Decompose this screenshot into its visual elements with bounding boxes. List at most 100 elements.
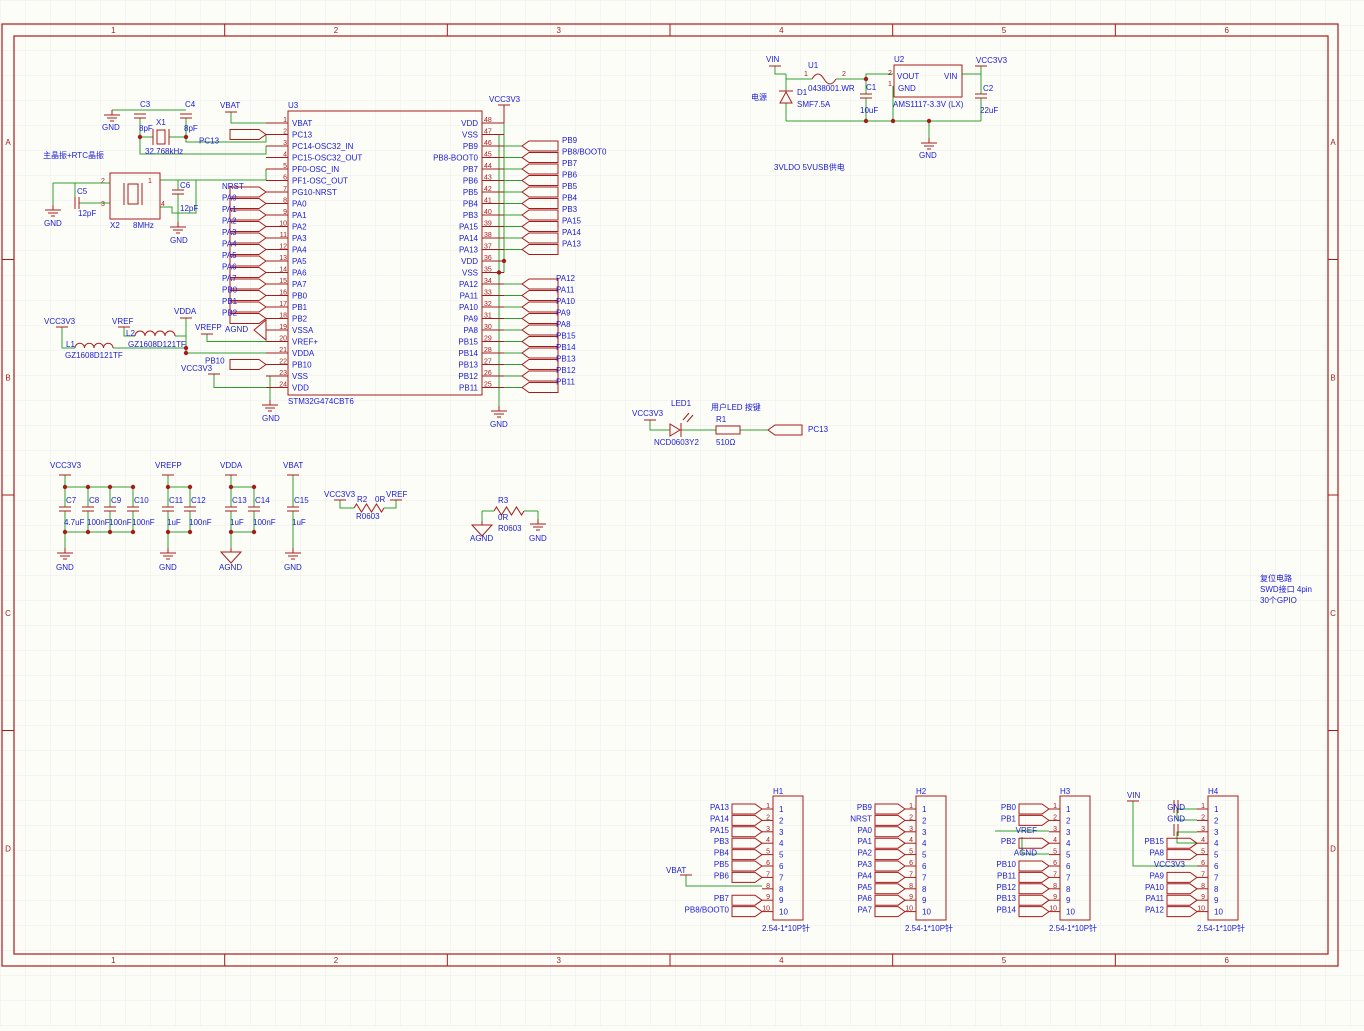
header-net-label: PA6 (857, 894, 872, 903)
mcu-pin-number: 2 (283, 129, 287, 136)
mcu-pin-name: PB9 (463, 142, 479, 151)
mcu-pin-name: PC13 (292, 131, 313, 140)
mcu-pin-name: PB11 (459, 384, 479, 393)
header-pin-index: 10 (762, 906, 770, 913)
cap-ref: C10 (134, 496, 149, 505)
gpio-port-label: PA8 (556, 320, 571, 329)
mcu-pin-name: VREF+ (292, 338, 318, 347)
junction-dot (863, 118, 869, 124)
frame-col-label: 2 (334, 956, 339, 965)
mcu-pin-name: PB7 (463, 165, 479, 174)
header-pin-number: 5 (1214, 851, 1219, 860)
mcu-pin-name: PC15-OSC32_OUT (292, 154, 362, 163)
header-net-label: PB4 (714, 849, 730, 858)
inductor-value: GZ1608D121TF (65, 351, 123, 360)
junction-dot (137, 134, 143, 140)
resistor-value: 0R (375, 495, 385, 504)
mcu-pin-number: 1 (283, 117, 287, 124)
mcu-pin-number: 24 (279, 382, 287, 389)
junction-dot (501, 258, 507, 264)
mcu-pin-name: VSSA (292, 326, 314, 335)
mcu-pin-name: PA2 (292, 223, 307, 232)
mcu-pin-number: 19 (279, 324, 287, 331)
frame-col-label: 6 (1224, 26, 1229, 35)
header-pin-number: 1 (1066, 805, 1071, 814)
pin-number: 1 (148, 178, 152, 185)
header-pin-number: 5 (1066, 851, 1071, 860)
header-pin-index: 5 (1053, 849, 1057, 856)
header-net-label: PA5 (857, 883, 872, 892)
header-pin-index: 7 (909, 871, 913, 878)
mcu-pin-name: PG10-NRST (292, 188, 337, 197)
header-pin-index: 10 (1049, 906, 1057, 913)
header-pin-index: 3 (766, 826, 770, 833)
mcu-pin-number: 16 (279, 290, 287, 297)
header-net-label: PA11 (1146, 894, 1165, 903)
mcu-pin-name: PA8 (463, 326, 478, 335)
gpio-port-label: PA0 (222, 194, 237, 203)
gpio-port-label: PA13 (562, 240, 582, 249)
junction-dot (251, 529, 257, 535)
ldo-pin-name: VOUT (897, 72, 919, 81)
pin-number: 2 (888, 70, 892, 77)
vcc-label: VCC3V3 (44, 317, 76, 326)
header-pin-index: 1 (1053, 803, 1057, 810)
mcu-pin-number: 35 (484, 267, 492, 274)
header-pin-number: 7 (1066, 873, 1071, 882)
mcu-pin-name: VDD (461, 119, 478, 128)
frame-col-label: 1 (111, 956, 116, 965)
header-pin-index: 3 (1201, 826, 1205, 833)
junction-dot (85, 529, 91, 535)
mcu-pin-number: 5 (283, 163, 287, 170)
cap-value: 100nF (87, 518, 110, 527)
header-net-label: PB12 (996, 883, 1016, 892)
frame-col-label: 6 (1224, 956, 1229, 965)
junction-dot (863, 76, 869, 82)
header-pin-number: 9 (779, 896, 784, 905)
header-pin-index: 4 (1201, 837, 1205, 844)
gpio-port-label: PB13 (556, 355, 576, 364)
mcu-pin-number: 41 (484, 198, 492, 205)
mcu-pin-name: PB14 (458, 349, 478, 358)
cap-value: 100nF (109, 518, 132, 527)
mcu-pin-name: VSS (292, 372, 308, 381)
gnd-label: GND (44, 219, 62, 228)
mcu-pin-number: 43 (484, 175, 492, 182)
mcu-pin-name: PA14 (459, 234, 479, 243)
gpio-port-label: PB9 (562, 136, 578, 145)
header-pin-index: 1 (909, 803, 913, 810)
cap-ref: C13 (232, 496, 247, 505)
header-net-label: PB2 (1001, 837, 1017, 846)
mcu-pin-number: 7 (283, 186, 287, 193)
junction-dot (165, 529, 171, 535)
gpio-port-label: PA11 (556, 286, 575, 295)
junction-dot (183, 134, 189, 140)
header-value: 2.54-1*10P针 (1197, 923, 1245, 933)
gnd-label: GND (56, 563, 74, 572)
gnd-label: GND (102, 123, 120, 132)
header-pin-number: 4 (1214, 839, 1219, 848)
mcu-pin-number: 45 (484, 152, 492, 159)
header-pin-index: 8 (766, 883, 770, 890)
mcu-pin-number: 37 (484, 244, 492, 251)
header-pin-index: 7 (766, 871, 770, 878)
frame-col-label: 4 (779, 26, 784, 35)
gpio-port-label: PB7 (562, 159, 578, 168)
fuse-value: 0438001.WR (808, 84, 855, 93)
ldo-pin-name: VIN (944, 72, 958, 81)
header-pin-number: 3 (1214, 828, 1219, 837)
frame-row-label: C (5, 609, 11, 618)
gnd-label: GND (919, 151, 937, 160)
mcu-pin-name: PC14-OSC32_IN (292, 142, 354, 151)
header-net-label: PB14 (996, 906, 1016, 915)
header-net-label: VCC3V3 (1154, 860, 1186, 869)
mcu-pin-name: VDD (292, 384, 309, 393)
mcu-pin-name: PF1-OSC_OUT (292, 177, 348, 186)
header-pin-index: 3 (909, 826, 913, 833)
header-pin-number: 1 (1214, 805, 1219, 814)
header-pin-number: 2 (922, 816, 927, 825)
header-net-label: PB15 (1144, 837, 1164, 846)
cap-value: 100nF (189, 518, 212, 527)
header-pin-number: 9 (922, 896, 927, 905)
diode-value: SMF7.5A (797, 100, 831, 109)
